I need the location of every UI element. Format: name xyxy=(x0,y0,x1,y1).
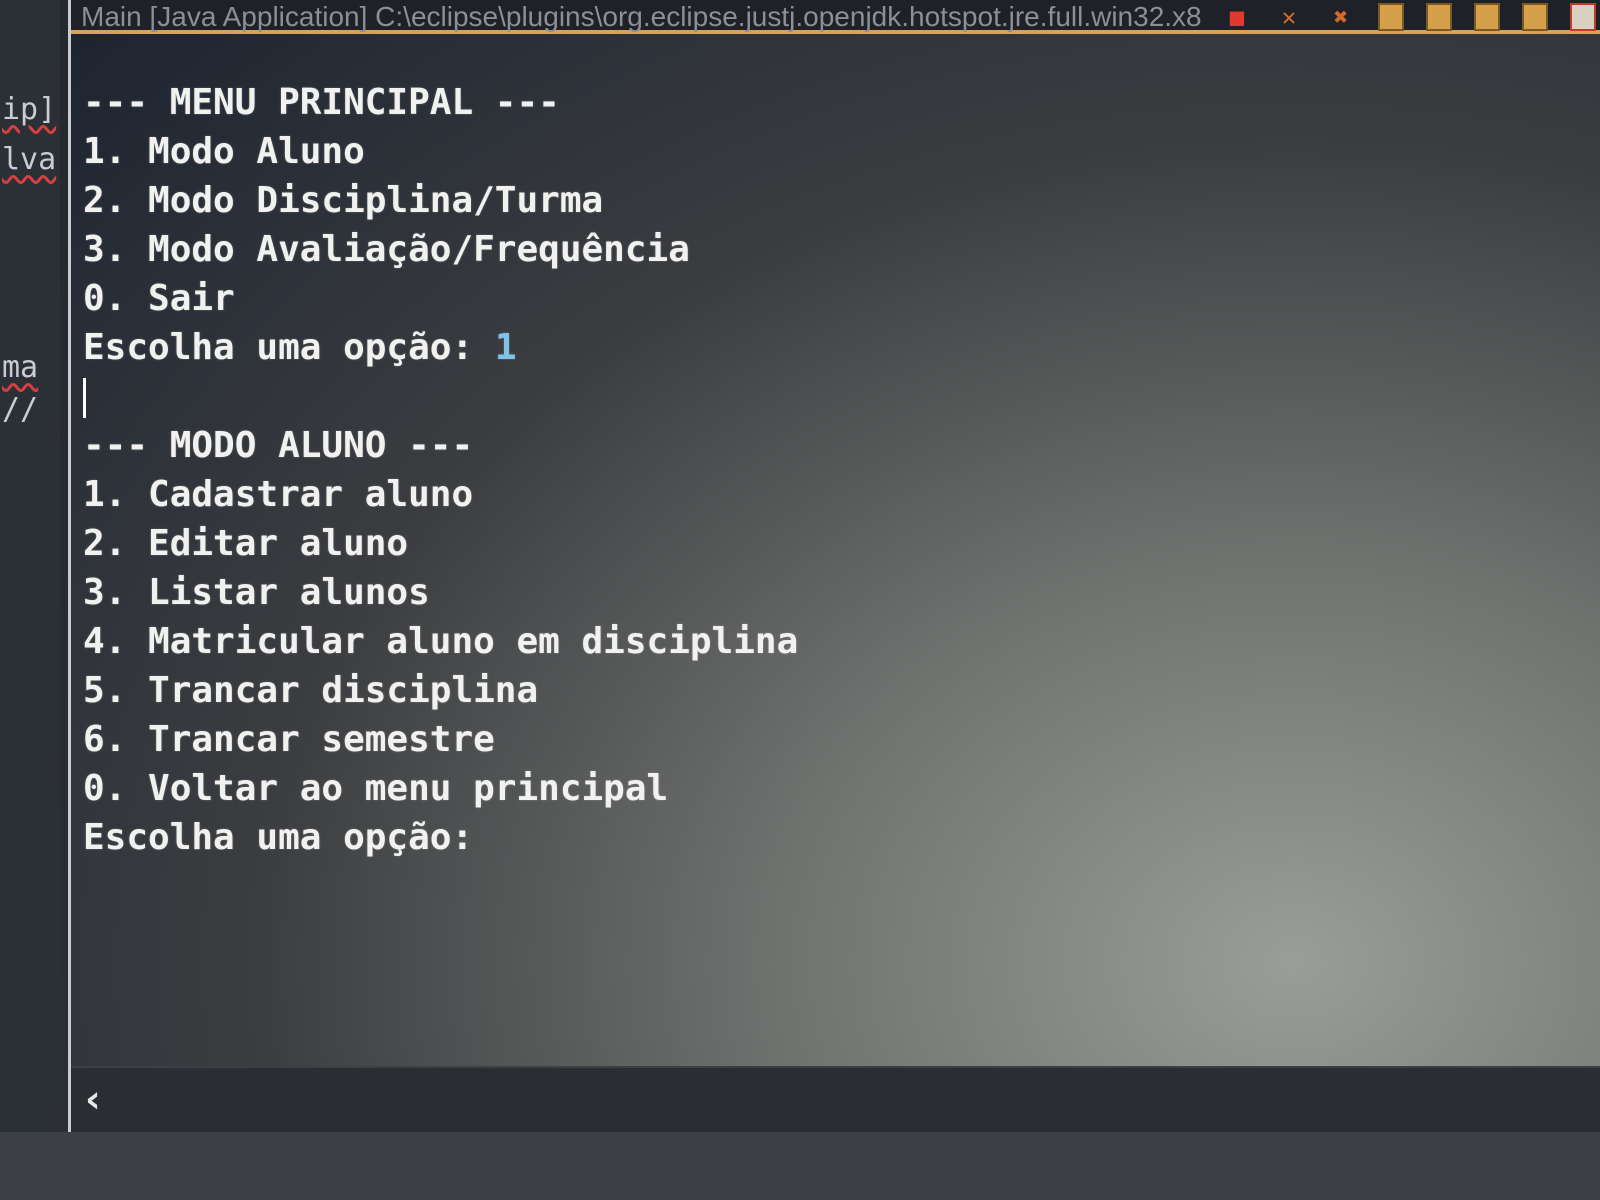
console-line: 6. Trancar semestre xyxy=(83,719,495,760)
editor-fragment: lva xyxy=(2,142,57,177)
console-view[interactable]: Main [Java Application] C:\eclipse\plugi… xyxy=(68,0,1600,1132)
console-header: Main [Java Application] C:\eclipse\plugi… xyxy=(71,0,1600,34)
console-input-line[interactable] xyxy=(83,372,1563,421)
console-line: 2. Editar aluno xyxy=(83,523,409,564)
word-wrap-icon[interactable] xyxy=(1474,3,1500,31)
horizontal-scrollbar[interactable]: ‹ xyxy=(71,1066,1600,1132)
remove-launch-icon[interactable]: ✕ xyxy=(1274,3,1304,31)
console-line: 3. Listar alunos xyxy=(83,572,430,613)
console-line: 3. Modo Avaliação/Frequência xyxy=(83,229,690,270)
editor-gutter: ip] lva ma // xyxy=(0,0,60,1200)
screen: ip] lva ma // Main [Java Application] C:… xyxy=(0,0,1600,1200)
console-output[interactable]: --- MENU PRINCIPAL --- 1. Modo Aluno 2. … xyxy=(83,78,1563,862)
editor-fragment: ma xyxy=(2,350,39,385)
console-line: Escolha uma opção: xyxy=(83,817,495,858)
clear-console-icon[interactable] xyxy=(1378,3,1404,31)
console-line: 1. Modo Aluno xyxy=(83,131,365,172)
show-console-output-icon[interactable] xyxy=(1522,3,1548,31)
remove-all-terminated-icon[interactable]: ✖ xyxy=(1326,3,1356,31)
text-caret xyxy=(83,378,86,418)
console-title: Main [Java Application] C:\eclipse\plugi… xyxy=(81,1,1202,32)
user-input-echo: 1 xyxy=(494,327,517,368)
console-line: 1. Cadastrar aluno xyxy=(83,474,474,515)
console-prompt: Escolha uma opção: xyxy=(83,327,495,368)
stop-icon[interactable]: ■ xyxy=(1222,3,1252,31)
console-prompt-line: Escolha uma opção: 1 xyxy=(83,323,1563,372)
console-line: 0. Sair xyxy=(83,278,235,319)
scroll-left-icon[interactable]: ‹ xyxy=(85,1080,101,1118)
console-toolbar: ■ ✕ ✖ xyxy=(1222,0,1596,34)
scroll-lock-icon[interactable] xyxy=(1426,3,1452,31)
console-line: 2. Modo Disciplina/Turma xyxy=(83,180,604,221)
console-line: 5. Trancar disciplina xyxy=(83,670,539,711)
bottom-panel xyxy=(0,1132,1600,1200)
console-line: --- MODO ALUNO --- xyxy=(83,425,474,466)
editor-fragment: // xyxy=(2,392,39,427)
show-error-output-icon[interactable] xyxy=(1570,3,1596,31)
console-line: --- MENU PRINCIPAL --- xyxy=(83,82,560,123)
console-line: 0. Voltar ao menu principal xyxy=(83,768,669,809)
editor-fragment: ip] xyxy=(2,92,57,127)
console-line: 4. Matricular aluno em disciplina xyxy=(83,621,799,662)
